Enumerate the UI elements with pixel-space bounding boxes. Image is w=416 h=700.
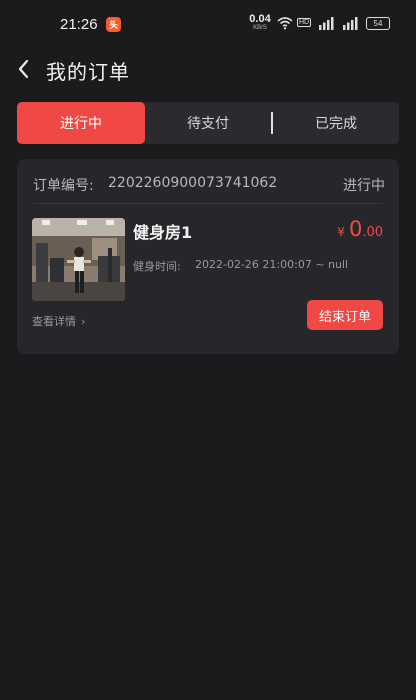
hd-voice-icon: HD <box>297 18 312 27</box>
view-details-link[interactable]: 查看详情 › <box>32 313 85 329</box>
tab-pending-payment[interactable]: 待支付 <box>145 102 271 144</box>
order-price: ¥ 0 .00 <box>337 217 383 241</box>
gym-photo <box>32 218 125 301</box>
order-number: 2202260900073741062 <box>108 175 278 191</box>
back-arrow-icon[interactable] <box>14 56 36 82</box>
tab-in-progress[interactable]: 进行中 <box>17 102 145 144</box>
workout-time-value: 2022-02-26 21:00:07 ~ null <box>195 258 349 271</box>
wifi-icon <box>277 17 293 30</box>
signal-icon <box>319 17 334 30</box>
battery-icon: 54 <box>366 17 390 30</box>
page-title: 我的订单 <box>46 60 130 84</box>
order-status: 进行中 <box>343 178 385 194</box>
network-speed-value: 0.04 <box>249 13 271 25</box>
price-decimal: .00 <box>362 225 383 240</box>
price-currency: ¥ <box>337 225 345 239</box>
end-order-button[interactable]: 结束订单 <box>307 300 383 330</box>
order-card[interactable]: 订单编号: 2202260900073741062 进行中 健身房1 ¥ 0 .… <box>17 159 399 354</box>
view-details-label: 查看详情 <box>32 315 76 328</box>
status-bar: 21:26 头 0.04 KB/S HD 54 <box>0 0 416 48</box>
signal-icon-2 <box>343 17 358 30</box>
order-number-label: 订单编号: <box>33 178 94 194</box>
workout-time-label: 健身时间: <box>133 260 181 273</box>
chevron-right-icon: › <box>81 314 86 328</box>
network-speed: 0.04 KB/S <box>247 13 273 32</box>
status-time: 21:26 <box>60 16 98 33</box>
tab-completed[interactable]: 已完成 <box>273 102 399 144</box>
card-divider <box>33 203 383 204</box>
price-integer: 0 <box>348 217 363 241</box>
gym-name: 健身房1 <box>133 223 193 242</box>
network-speed-unit: KB/S <box>253 25 267 31</box>
app-notification-icon: 头 <box>106 17 121 32</box>
order-tabs: 进行中 待支付 已完成 <box>17 102 399 144</box>
